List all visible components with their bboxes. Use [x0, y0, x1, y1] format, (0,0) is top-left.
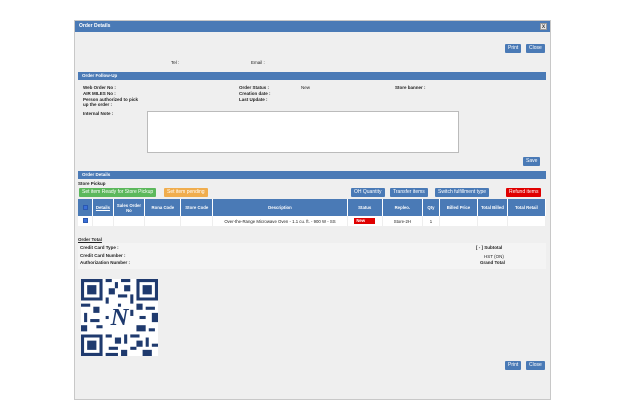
close-icon[interactable]: x — [540, 23, 547, 30]
column-repleo: Repleo. — [382, 199, 423, 216]
qr-center-glyph: N — [110, 304, 130, 331]
save-button[interactable]: Save — [523, 157, 541, 166]
row-store-code-cell — [180, 216, 214, 226]
oh-quantity-button[interactable]: OH Quantity — [351, 188, 385, 197]
creation-date-label: Creation date : — [239, 91, 271, 96]
table-header-row: Details Sales Order No Rona Code Store C… — [78, 199, 547, 216]
subtotal-label: [ - ] Subtotal — [476, 245, 503, 250]
row-sales-order-cell — [113, 216, 146, 226]
email-label: Email : — [251, 60, 265, 65]
air-miles-label: AIR MILES No : — [83, 91, 116, 96]
web-order-no-label: Web Order No : — [83, 85, 116, 90]
grand-total-label: Grand Total — [480, 260, 505, 265]
row-rona-code-cell — [144, 216, 182, 226]
set-ready-button[interactable]: Set item Ready for Store Pickup — [79, 188, 157, 197]
store-pickup-label: Store Pickup — [78, 181, 106, 186]
internal-note-field[interactable] — [147, 111, 459, 153]
close-button-bottom[interactable]: Close — [526, 361, 545, 370]
order-items-table: Details Sales Order No Rona Code Store C… — [78, 199, 547, 226]
print-button-bottom[interactable]: Print — [505, 361, 522, 370]
order-details-dialog: Order Details x Print Close Tel : Email … — [74, 20, 551, 400]
row-description: Over-the-Range Microwave Oven - 1.1 cu. … — [212, 216, 348, 226]
row-details-cell[interactable] — [92, 216, 114, 226]
authorized-person-label: Person authorized to pick up the order : — [83, 97, 139, 107]
table-row: Over-the-Range Microwave Oven - 1.1 cu. … — [78, 216, 547, 226]
order-details-header: Order Details — [78, 171, 546, 179]
store-banner-label: Store banner : — [395, 85, 426, 90]
row-qty: 1 — [422, 216, 440, 226]
refund-items-button[interactable]: Refund items — [506, 188, 542, 197]
row-repleo: Store-2H — [382, 216, 423, 226]
column-description: Description — [212, 199, 348, 216]
order-total-panel: Credit Card Type : Credit Card Number : … — [78, 243, 546, 269]
status-badge: New — [354, 218, 376, 224]
close-button-top[interactable]: Close — [526, 44, 545, 53]
column-total-retail: Total Retail — [507, 199, 547, 216]
column-status: Status — [347, 199, 383, 216]
row-checkbox[interactable] — [82, 218, 88, 223]
dialog-title: Order Details — [79, 23, 111, 29]
switch-fulfillment-button[interactable]: Switch fulfillment type — [435, 188, 490, 197]
order-total-title: Order Total — [78, 237, 102, 242]
qr-code-icon: N — [81, 279, 158, 356]
column-qty: Qty — [422, 199, 440, 216]
print-button-top[interactable]: Print — [505, 44, 522, 53]
column-store-code: Store Code — [180, 199, 214, 216]
column-rona-code: Rona Code — [144, 199, 182, 216]
transfer-items-button[interactable]: Transfer items — [390, 188, 428, 197]
hst-label: HST (ON) — [484, 254, 504, 259]
column-sales-order: Sales Order No — [113, 199, 146, 216]
authorization-number-label: Authorization Number : — [80, 260, 130, 265]
column-details: Details — [92, 199, 114, 216]
select-all-checkbox[interactable] — [82, 204, 88, 210]
order-status-label: Order Status : — [239, 85, 270, 90]
column-billed-price: Billed Price — [439, 199, 479, 216]
row-select-cell[interactable] — [78, 216, 94, 226]
row-total-billed — [477, 216, 508, 226]
dialog-titlebar: Order Details x — [75, 21, 550, 32]
column-total-billed: Total Billed — [477, 199, 508, 216]
credit-card-type-label: Credit Card Type : — [80, 245, 119, 250]
tel-label: Tel : — [171, 60, 180, 65]
row-status-cell: New — [347, 216, 383, 226]
order-status-value: New — [301, 85, 311, 90]
select-all-column[interactable] — [78, 199, 94, 216]
internal-note-label: Internal Note : — [83, 111, 114, 116]
set-pending-button[interactable]: Set item pending — [164, 188, 208, 197]
last-update-label: Last Update : — [239, 97, 268, 102]
row-total-retail — [507, 216, 547, 226]
order-followup-header: Order Follow-Up — [78, 72, 546, 80]
credit-card-number-label: Credit Card Number : — [80, 253, 126, 258]
row-billed-price — [439, 216, 479, 226]
